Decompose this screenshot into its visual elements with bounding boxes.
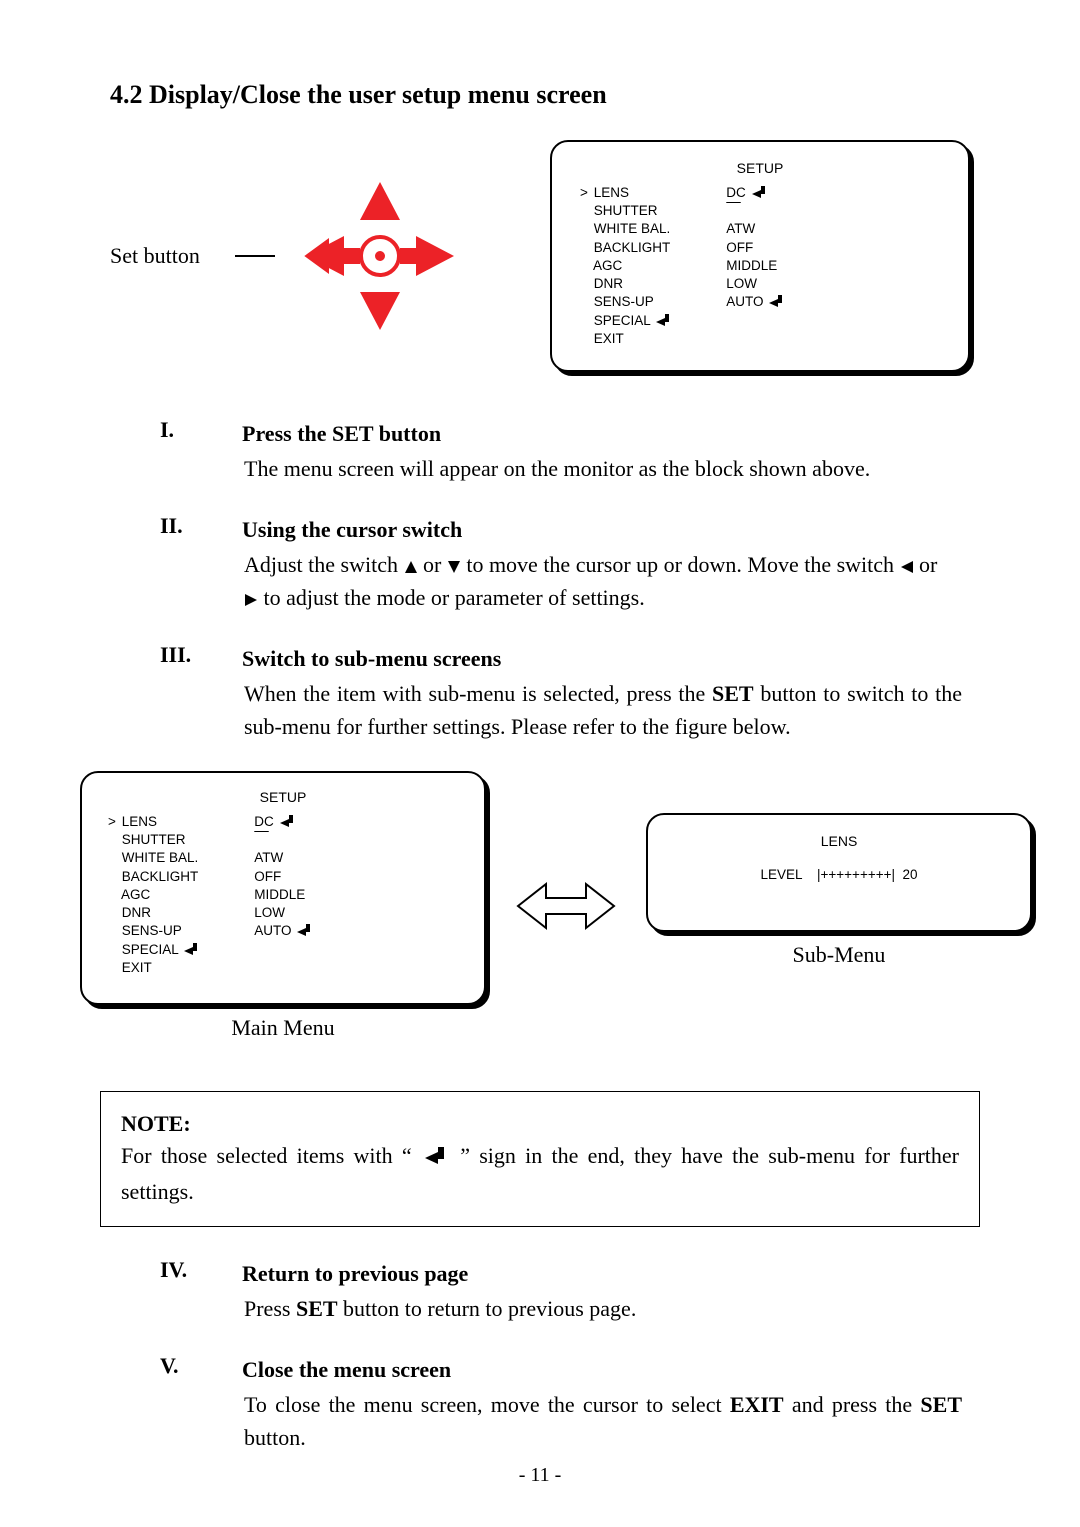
osd-menu-value: OFF <box>254 868 311 886</box>
step-text: To close the menu screen, move the curso… <box>242 1388 962 1454</box>
osd-menu-value: AUTO <box>254 922 311 940</box>
osd-menu-item: SHUTTER <box>580 202 670 220</box>
osd-menu-value: MIDDLE <box>254 886 311 904</box>
section-heading: 4.2 Display/Close the user setup menu sc… <box>110 80 970 110</box>
osd-menu-item: AGC <box>108 886 198 904</box>
osd-left-col: > LENS SHUTTER WHITE BAL. BACKLIGHT AGC … <box>580 184 670 348</box>
level-bar: |+++++++++| <box>817 867 895 882</box>
right-triangle-icon <box>244 593 258 607</box>
osd-menu-item: AGC <box>580 257 670 275</box>
middle-figure-row: SETUP > LENS SHUTTER WHITE BAL. BACKLIGH… <box>80 771 970 1041</box>
osd-menu-item: SENS-UP <box>580 293 670 311</box>
page-number: - 11 - <box>0 1464 1080 1487</box>
leader-line <box>235 255 275 257</box>
step-title: Press the SET button <box>242 417 962 450</box>
osd-menu-item: DNR <box>108 904 198 922</box>
sub-menu-caption: Sub-Menu <box>793 942 886 968</box>
osd-submenu: LENS LEVEL |+++++++++| 20 <box>646 813 1032 932</box>
step-1: I. Press the SET button The menu screen … <box>160 417 970 485</box>
osd-title: SETUP <box>580 160 940 176</box>
step-2: II. Using the cursor switch Adjust the s… <box>160 513 970 614</box>
osd-menu-item: SPECIAL <box>580 312 670 330</box>
osd-menu-item: SPECIAL <box>108 941 198 959</box>
osd-menu-value: DC <box>254 813 311 831</box>
step-number: I. <box>160 417 238 443</box>
osd-sub-title: LENS <box>674 833 1004 849</box>
osd-menu-item: DNR <box>580 275 670 293</box>
level-label: LEVEL <box>760 867 802 882</box>
osd-main-mid: SETUP > LENS SHUTTER WHITE BAL. BACKLIGH… <box>80 771 486 1005</box>
up-triangle-icon <box>404 560 418 574</box>
step-title: Return to previous page <box>242 1257 962 1290</box>
down-triangle-icon <box>447 560 461 574</box>
step-title: Close the menu screen <box>242 1353 962 1386</box>
osd-menu-value <box>726 202 783 220</box>
two-way-arrow-icon <box>516 876 616 936</box>
osd-right-col: DC ATWOFFMIDDLELOWAUTO <box>726 184 783 348</box>
step-number: II. <box>160 513 238 539</box>
step-title: Switch to sub-menu screens <box>242 642 962 675</box>
osd-menu-value: MIDDLE <box>726 257 783 275</box>
joystick-icon <box>300 176 460 336</box>
step-text: The menu screen will appear on the monit… <box>242 452 962 485</box>
steps-list-2: IV. Return to previous page Press SET bu… <box>110 1257 970 1454</box>
step-text: Press SET button to return to previous p… <box>242 1292 962 1325</box>
steps-list: I. Press the SET button The menu screen … <box>110 417 970 743</box>
main-menu-caption: Main Menu <box>231 1015 334 1041</box>
step-title: Using the cursor switch <box>242 513 962 546</box>
step-number: V. <box>160 1353 238 1379</box>
osd-title: SETUP <box>108 789 458 805</box>
osd-menu-value: DC <box>726 184 783 202</box>
set-button-caption: Set button <box>110 243 200 269</box>
osd-menu-item: SHUTTER <box>108 831 198 849</box>
osd-menu-value: OFF <box>726 239 783 257</box>
top-figure-row: Set button SETUP > LENS SHUTTER WHITE BA… <box>110 140 970 372</box>
osd-menu-value <box>254 831 311 849</box>
osd-menu-value: ATW <box>254 849 311 867</box>
osd-menu-item: BACKLIGHT <box>108 868 198 886</box>
enter-icon <box>425 1144 447 1176</box>
step-text: When the item with sub-menu is selected,… <box>242 677 962 743</box>
step-5: V. Close the menu screen To close the me… <box>160 1353 970 1454</box>
step-number: III. <box>160 642 238 668</box>
note-text: For those selected items with “ ” sign i… <box>121 1140 959 1208</box>
osd-menu-item: WHITE BAL. <box>108 849 198 867</box>
osd-menu-item: SENS-UP <box>108 922 198 940</box>
step-number: IV. <box>160 1257 238 1283</box>
osd-menu-item: EXIT <box>108 959 198 977</box>
osd-menu-item: BACKLIGHT <box>580 239 670 257</box>
osd-left-col: > LENS SHUTTER WHITE BAL. BACKLIGHT AGC … <box>108 813 198 977</box>
osd-menu-value: LOW <box>726 275 783 293</box>
osd-menu-value: AUTO <box>726 293 783 311</box>
osd-menu-value: LOW <box>254 904 311 922</box>
note-title: NOTE: <box>121 1108 959 1140</box>
osd-menu-item: EXIT <box>580 330 670 348</box>
osd-menu-item: > LENS <box>108 813 198 831</box>
step-4: IV. Return to previous page Press SET bu… <box>160 1257 970 1325</box>
note-box: NOTE: For those selected items with “ ” … <box>100 1091 980 1227</box>
osd-menu-value: ATW <box>726 220 783 238</box>
osd-right-col: DC ATWOFFMIDDLELOWAUTO <box>254 813 311 977</box>
level-value: 20 <box>903 867 918 882</box>
osd-menu-item: > LENS <box>580 184 670 202</box>
osd-menu-item: WHITE BAL. <box>580 220 670 238</box>
osd-main-top: SETUP > LENS SHUTTER WHITE BAL. BACKLIGH… <box>550 140 970 372</box>
left-triangle-icon <box>900 560 914 574</box>
step-3: III. Switch to sub-menu screens When the… <box>160 642 970 743</box>
step-text: Adjust the switch or to move the cursor … <box>242 548 962 614</box>
